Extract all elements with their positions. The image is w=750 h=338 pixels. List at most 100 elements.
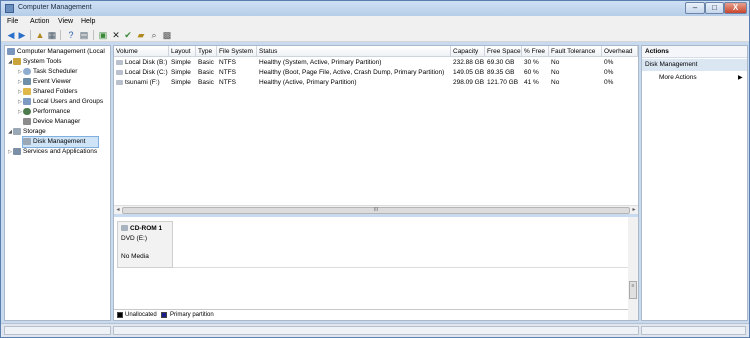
column-header-capacity[interactable]: Capacity (451, 46, 485, 57)
tree-item-disk-management[interactable]: Disk Management (22, 136, 99, 148)
fault-tolerance-cell: No (551, 69, 560, 76)
navigation-tree: Computer Management (Local ◢ System Tools… (4, 45, 111, 321)
export-list-icon[interactable]: ▣ (98, 30, 108, 40)
column-header-percent-free[interactable]: % Free (522, 46, 549, 57)
search-icon[interactable]: ⌕ (149, 30, 159, 40)
menu-view[interactable]: View (58, 18, 73, 25)
table-row[interactable]: Local Disk (C:) Simple Basic NTFS Health… (114, 68, 638, 78)
file-system-cell: NTFS (219, 59, 236, 66)
clock-icon (23, 67, 31, 75)
legend-primary-partition: Primary partition (170, 312, 214, 318)
tree-item-local-users-groups[interactable]: ▷ Local Users and Groups (17, 97, 103, 107)
disk-cdrom-label[interactable]: CD-ROM 1 DVD (E:) No Media (117, 221, 173, 268)
help-icon[interactable]: ? (66, 30, 76, 40)
volume-cell: Local Disk (C:) (114, 68, 169, 78)
menu-help[interactable]: Help (81, 18, 95, 25)
menu-file[interactable]: File (7, 18, 18, 25)
column-header-free-space[interactable]: Free Space (485, 46, 522, 57)
delete-icon[interactable]: ✕ (111, 30, 121, 40)
computer-management-window: Computer Management – □ X File Action Vi… (0, 0, 750, 338)
toolbar-separator (60, 30, 61, 40)
check-icon[interactable]: ✔ (123, 30, 133, 40)
folder-icon (23, 87, 31, 95)
computer-management-icon (5, 4, 14, 13)
percent-free-cell: 41 % (524, 79, 539, 86)
tree-item-system-tools[interactable]: ◢ System Tools (7, 57, 62, 67)
properties-icon[interactable]: ▤ (79, 30, 89, 40)
menu-action[interactable]: Action (30, 18, 49, 25)
tree-item-root[interactable]: Computer Management (Local (7, 47, 105, 57)
disk-management-pane: Volume Layout Type File System Status Ca… (113, 45, 639, 321)
tree-item-task-scheduler[interactable]: ▷ Task Scheduler (17, 67, 77, 77)
title-bar[interactable]: Computer Management – □ X (1, 1, 749, 16)
free-space-cell: 69.30 GB (487, 59, 515, 66)
tree-item-shared-folders[interactable]: ▷ Shared Folders (17, 87, 77, 97)
magnify-icon[interactable]: ▩ (162, 30, 172, 40)
column-header-fault-tolerance[interactable]: Fault Tolerance (549, 46, 602, 57)
free-space-cell: 121.70 GB (487, 79, 519, 86)
toolbar-separator (30, 30, 31, 40)
fault-tolerance-cell: No (551, 59, 560, 66)
status-cell: Healthy (Active, Primary Partition) (259, 79, 357, 86)
back-arrow-icon[interactable]: ◀ (6, 30, 16, 40)
column-header-overhead[interactable]: Overhead (602, 46, 638, 57)
file-system-cell: NTFS (219, 79, 236, 86)
scrollbar-thumb[interactable]: ≡ (629, 281, 637, 299)
layout-cell: Simple (171, 69, 191, 76)
disk-icon (116, 79, 123, 85)
layout-cell: Simple (171, 79, 191, 86)
disk-icon (116, 69, 123, 75)
actions-pane: Actions Disk Management More Actions ▶ (641, 45, 748, 321)
toolbar: ◀ ▶ ▲ ▦ ? ▤ ▣ ✕ ✔ ▰ ⌕ ▩ (1, 28, 749, 42)
storage-icon (13, 127, 21, 135)
disk-icon (116, 59, 123, 65)
column-header-file-system[interactable]: File System (217, 46, 257, 57)
disk-name: CD-ROM 1 (130, 225, 163, 232)
tree-item-device-manager[interactable]: Device Manager (23, 117, 80, 127)
type-cell: Basic (198, 79, 214, 86)
scroll-left-arrow-icon[interactable]: ◂ (114, 206, 122, 214)
disk-drive: DVD (E:) (121, 235, 147, 242)
column-header-status[interactable]: Status (257, 46, 451, 57)
submenu-arrow-icon[interactable]: ▶ (738, 74, 743, 81)
scrollbar-thumb[interactable]: III (122, 207, 630, 214)
status-pane (113, 326, 639, 335)
disk-media: No Media (121, 253, 149, 260)
column-header-volume[interactable]: Volume (114, 46, 169, 57)
up-folder-icon[interactable]: ▲ (35, 30, 45, 40)
show-hide-tree-icon[interactable]: ▦ (47, 30, 57, 40)
horizontal-scrollbar[interactable]: ◂ III ▸ (114, 205, 638, 214)
tree-item-performance[interactable]: ▷ Performance (17, 107, 70, 117)
tree-item-event-viewer[interactable]: ▷ Event Viewer (17, 77, 71, 87)
scroll-right-arrow-icon[interactable]: ▸ (630, 206, 638, 214)
tree-item-storage[interactable]: ◢ Storage (7, 127, 46, 137)
maximize-button[interactable]: □ (705, 2, 724, 14)
cdrom-icon (121, 225, 128, 231)
minimize-button[interactable]: – (685, 2, 705, 14)
status-pane (4, 326, 111, 335)
table-row[interactable]: Local Disk (B:) Simple Basic NTFS Health… (114, 58, 638, 68)
column-header-layout[interactable]: Layout (169, 46, 196, 57)
vertical-scrollbar[interactable]: ≡ (628, 217, 638, 320)
percent-free-cell: 30 % (524, 59, 539, 66)
column-header-type[interactable]: Type (196, 46, 217, 57)
table-row[interactable]: tsunami (F:) Simple Basic NTFS Healthy (… (114, 78, 638, 88)
volume-cell: tsunami (F:) (114, 78, 169, 88)
disk-partition-area[interactable] (173, 221, 628, 268)
status-pane (641, 326, 746, 335)
actions-section-disk-management[interactable]: Disk Management (642, 59, 747, 71)
event-viewer-icon (23, 77, 31, 85)
services-icon (13, 147, 21, 155)
layout-cell: Simple (171, 59, 191, 66)
primary-partition-swatch (161, 312, 167, 318)
percent-free-cell: 60 % (524, 69, 539, 76)
open-icon[interactable]: ▰ (136, 30, 146, 40)
close-button[interactable]: X (724, 2, 747, 14)
type-cell: Basic (198, 69, 214, 76)
capacity-cell: 298.09 GB (453, 79, 485, 86)
more-actions-link[interactable]: More Actions (659, 74, 697, 81)
tree-item-services-applications[interactable]: ▷ Services and Applications (7, 147, 97, 157)
forward-arrow-icon[interactable]: ▶ (17, 30, 27, 40)
actions-title: Actions (642, 46, 747, 58)
volume-cell: Local Disk (B:) (114, 58, 169, 68)
